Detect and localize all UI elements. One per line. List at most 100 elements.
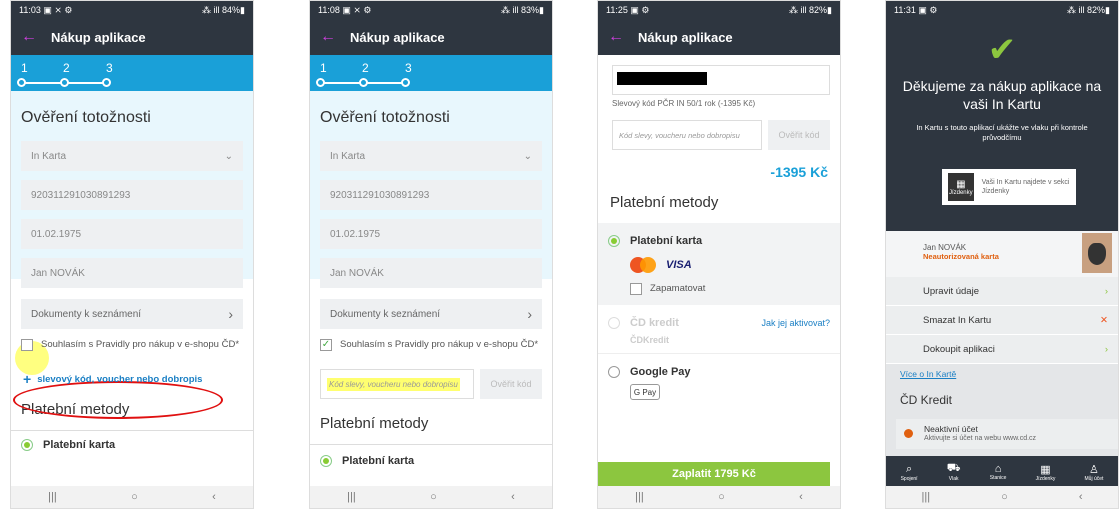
activate-link[interactable]: Jak jej aktivovat?: [761, 318, 830, 328]
remember-label: Zapamatovat: [650, 283, 706, 294]
menu-delete[interactable]: Smazat In Kartu ✕: [886, 306, 1118, 335]
documents-row[interactable]: Dokumenty k seznámení ›: [320, 299, 542, 329]
verify-button[interactable]: Ověřit kód: [768, 120, 830, 150]
status-bar: 11:03 ▣ ⨯ ⚙ ⁂ ill 84%▮: [11, 1, 253, 19]
payment-methods-title: Platební metody: [320, 415, 429, 432]
card-payment-option[interactable]: Platební karta: [608, 235, 830, 247]
menu-buy[interactable]: Dokoupit aplikaci ›: [886, 335, 1118, 364]
credit-title: ČD Kredit: [900, 393, 953, 407]
name-field[interactable]: Jan NOVÁK: [21, 258, 243, 288]
back-arrow-icon[interactable]: ←: [21, 28, 51, 46]
home-icon[interactable]: ○: [131, 491, 138, 503]
payment-methods-title: Platební metody: [610, 194, 719, 211]
home-icon[interactable]: ○: [1001, 491, 1008, 503]
google-pay-panel[interactable]: Google Pay G Pay: [598, 354, 840, 412]
cd-credit-option: ČD kredit: [608, 317, 679, 329]
phone-3: 11:25 ▣ ⚙ ⁂ ill 82%▮ ← Nákup aplikace Slev…: [597, 0, 841, 509]
system-nav: ||| ○ ‹: [11, 486, 253, 508]
remember-row[interactable]: Zapamatovat: [630, 283, 840, 295]
documents-row[interactable]: Dokumenty k seznámení ›: [21, 299, 243, 329]
back-icon[interactable]: ‹: [212, 491, 216, 503]
step-1: 1: [21, 61, 28, 75]
recents-icon[interactable]: |||: [347, 491, 356, 503]
tab-connections[interactable]: ⌕ Spojení: [901, 463, 918, 482]
menu-buy-label: Dokoupit aplikaci: [923, 343, 995, 355]
card-payment-label: Platební karta: [43, 439, 116, 451]
menu-edit[interactable]: Upravit údaje ›: [886, 277, 1118, 306]
system-nav: ||| ○ ‹: [310, 486, 552, 508]
recents-icon[interactable]: |||: [922, 491, 931, 503]
step-2: 2: [63, 61, 70, 75]
card-payment-option[interactable]: Platební karta: [320, 455, 542, 467]
user-icon: ♙: [1089, 463, 1099, 476]
back-arrow-icon[interactable]: ←: [608, 28, 638, 46]
google-pay-option[interactable]: Google Pay: [608, 366, 830, 378]
tooltip: ▦ Jízdenky Vaši In Kartu najdete v sekci …: [942, 169, 1076, 205]
tab-label: Stanice: [989, 475, 1007, 481]
home-icon[interactable]: ○: [430, 491, 437, 503]
back-icon[interactable]: ‹: [799, 491, 803, 503]
back-icon[interactable]: ‹: [511, 491, 515, 503]
card-number-field[interactable]: 920311291030891293: [320, 180, 542, 210]
app-bar: ← Nákup aplikace: [11, 19, 253, 55]
remember-checkbox[interactable]: [630, 283, 642, 295]
gpay-icon: G Pay: [630, 384, 660, 400]
time: 11:25 ▣ ⚙: [606, 4, 650, 15]
terms-checkbox-row[interactable]: Souhlasím s Pravidly pro nákup v e-shopu…: [21, 339, 243, 351]
chevron-right-icon: ›: [228, 306, 233, 322]
terms-checkbox[interactable]: [21, 339, 33, 351]
verify-button[interactable]: Ověřit kód: [480, 369, 542, 399]
radio-disabled-icon: [608, 317, 620, 329]
voucher-input[interactable]: Kód slevy, voucheru nebo dobropisu: [612, 120, 762, 150]
back-icon[interactable]: ‹: [1079, 491, 1083, 503]
tooltip-text: Vaši In Kartu najdete v sekci Jízdenky: [981, 179, 1070, 195]
credit-status[interactable]: Neaktivní účet Aktivujte si účet na webu…: [896, 419, 1118, 449]
card-payment-panel[interactable]: Platební karta VISA Zapamatovat: [598, 223, 840, 305]
search-icon: ⌕: [905, 462, 913, 475]
voucher-link[interactable]: + slevový kód, voucher nebo dobropis: [23, 371, 241, 387]
time: 11:08 ▣ ⨯ ⚙: [318, 4, 372, 15]
pay-button[interactable]: Zaplatit 1795 Kč: [598, 462, 830, 486]
plus-icon: +: [23, 371, 32, 387]
step-2: 2: [362, 61, 369, 75]
card-number-field[interactable]: 920311291030891293: [21, 180, 243, 210]
discount-label: Slevový kód PČR IN 50/1 rok (-1395 Kč): [612, 99, 756, 108]
card-value: In Karta: [330, 150, 366, 162]
page-title: Nákup aplikace: [350, 29, 445, 45]
cd-credit-row: ČD kredit Jak jej aktivovat?: [608, 317, 830, 329]
name-field[interactable]: Jan NOVÁK: [320, 258, 542, 288]
birthdate-field[interactable]: 01.02.1975: [320, 219, 542, 249]
voucher-input[interactable]: Kód slevy, voucheru nebo dobropisu: [320, 369, 474, 399]
status-bar: 11:31 ▣ ⚙ ⁂ ill 82%▮: [886, 1, 1118, 19]
chevron-down-icon: ⌄: [523, 150, 532, 162]
tab-tickets[interactable]: ▦ Jízdenky: [1036, 463, 1056, 482]
discount-field[interactable]: [612, 65, 830, 95]
terms-checkbox-row[interactable]: ✓ Souhlasím s Pravidly pro nákup v e-shop…: [320, 339, 542, 351]
tab-train[interactable]: ⛟ Vlak: [947, 462, 961, 482]
back-arrow-icon[interactable]: ←: [320, 28, 350, 46]
cd-credit-label: ČD kredit: [630, 317, 679, 329]
menu-delete-label: Smazat In Kartu: [923, 314, 992, 326]
step-3: 3: [405, 61, 412, 75]
tab-stations[interactable]: ⌂ Stanice: [990, 463, 1007, 481]
card-select[interactable]: In Karta ⌄: [320, 141, 542, 171]
recents-icon[interactable]: |||: [48, 491, 57, 503]
user-name: Jan NOVÁK: [923, 243, 967, 252]
recents-icon[interactable]: |||: [635, 491, 644, 503]
radio-selected-icon: [608, 235, 620, 247]
tab-account[interactable]: ♙ Můj účet: [1085, 463, 1104, 482]
voucher-placeholder: Kód slevy, voucheru nebo dobropisu: [327, 377, 460, 391]
step-dot: [359, 78, 368, 87]
birthdate-field[interactable]: 01.02.1975: [21, 219, 243, 249]
card-payment-option[interactable]: Platební karta: [21, 439, 243, 451]
home-icon[interactable]: ○: [718, 491, 725, 503]
checkmark-icon[interactable]: ✓: [320, 339, 332, 351]
card-menu: Upravit údaje › Smazat In Kartu ✕ Dokoupit…: [886, 277, 1118, 364]
stepper: 1 2 3: [11, 55, 253, 91]
station-icon: ⌂: [994, 463, 1002, 475]
card-select[interactable]: In Karta ⌄: [21, 141, 243, 171]
voucher-row: Kód slevy, voucheru nebo dobropisu Ověři…: [612, 120, 830, 150]
more-link[interactable]: Více o In Kartě: [900, 369, 956, 379]
voucher-row: Kód slevy, voucheru nebo dobropisu Ověři…: [320, 369, 542, 399]
phone-2: 11:08 ▣ ⨯ ⚙ ⁂ ill 83%▮ ← Nákup aplikace 1 …: [309, 0, 553, 509]
